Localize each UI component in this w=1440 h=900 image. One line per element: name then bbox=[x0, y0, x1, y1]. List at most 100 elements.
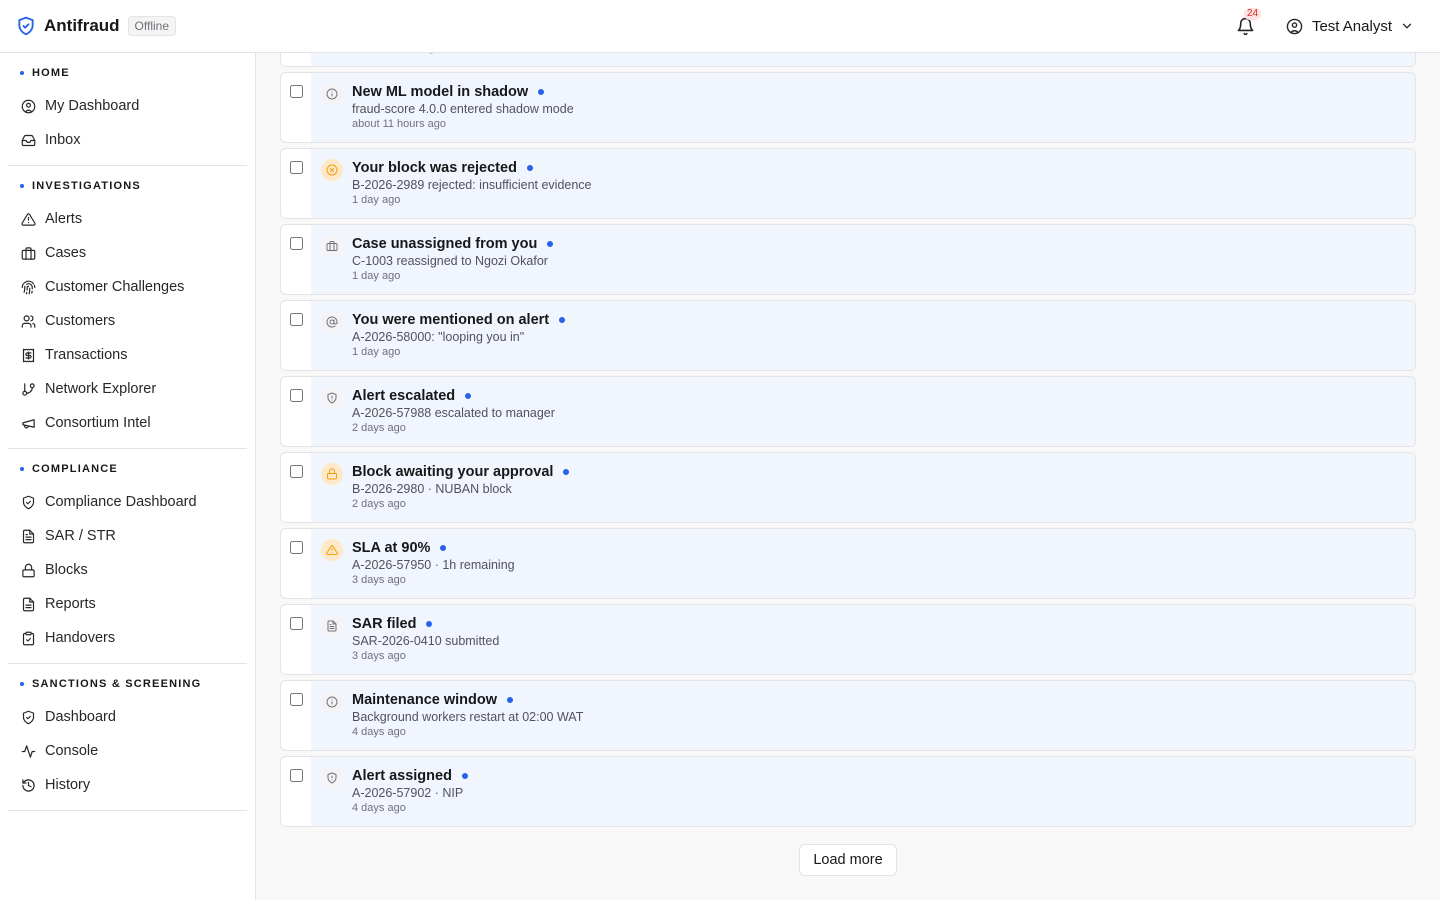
shield-alert-icon bbox=[321, 767, 343, 789]
notification-item[interactable]: Alert assigned A-2026-57902 · NIP 4 days a… bbox=[280, 756, 1416, 827]
unread-indicator bbox=[440, 545, 447, 551]
sidebar-item-inbox[interactable]: Inbox bbox=[8, 123, 247, 157]
notification-title-row: Your block was rejected bbox=[352, 159, 592, 177]
sidebar-item-label: Alerts bbox=[45, 211, 83, 227]
notification-item[interactable]: Block awaiting your approval B-2026-2980 … bbox=[280, 452, 1416, 523]
sidebar-section-title: SANCTIONS & SCREENING bbox=[20, 677, 247, 691]
sidebar-item-alerts[interactable]: Alerts bbox=[8, 202, 247, 236]
sidebar-section-sanctions-screening: SANCTIONS & SCREENING Dashboard Console His… bbox=[8, 664, 247, 811]
unread-indicator bbox=[538, 89, 545, 95]
notification-body: Alert escalated A-2026-57988 escalated to… bbox=[311, 377, 1415, 446]
app-title: Antifraud bbox=[44, 16, 120, 35]
history-icon bbox=[20, 777, 36, 793]
notification-count-badge: 24 bbox=[1243, 8, 1262, 20]
warning-triangle-icon bbox=[20, 211, 36, 227]
shield-check-icon bbox=[20, 709, 36, 725]
notification-item[interactable]: Alert escalated A-2026-57988 escalated to… bbox=[280, 376, 1416, 447]
sidebar-item-blocks[interactable]: Blocks bbox=[8, 553, 247, 587]
notification-select-checkbox[interactable] bbox=[289, 85, 303, 98]
sidebar-item-history[interactable]: History bbox=[8, 768, 247, 802]
sidebar-item-label: Customer Challenges bbox=[45, 279, 185, 295]
sidebar-item-label: Transactions bbox=[45, 347, 128, 363]
notification-select-checkbox[interactable] bbox=[289, 541, 303, 554]
notification-time: 3 days ago bbox=[352, 650, 406, 662]
notification-list: about 8 hours ago New ML model in shadow f… bbox=[280, 53, 1416, 832]
notification-item[interactable]: SAR filed SAR-2026-0410 submitted 3 days a… bbox=[280, 604, 1416, 675]
sidebar-item-consortium-intel[interactable]: Consortium Intel bbox=[8, 406, 247, 440]
notification-time: 2 days ago bbox=[352, 422, 406, 434]
unread-indicator bbox=[461, 773, 468, 779]
sidebar-item-label: Blocks bbox=[45, 562, 88, 578]
sidebar-section-compliance: COMPLIANCE Compliance Dashboard SAR / STR B… bbox=[8, 449, 247, 664]
sidebar-item-label: Compliance Dashboard bbox=[45, 494, 197, 510]
sidebar-item-dashboard[interactable]: Dashboard bbox=[8, 700, 247, 734]
notification-select-checkbox[interactable] bbox=[289, 465, 303, 478]
notification-select-checkbox[interactable] bbox=[289, 617, 303, 630]
section-title-label: COMPLIANCE bbox=[32, 463, 118, 475]
notification-title: Your block was rejected bbox=[352, 160, 517, 176]
notification-subtitle: B-2026-2980 · NUBAN block bbox=[352, 482, 512, 496]
notification-time: about 8 hours ago bbox=[352, 53, 441, 54]
sidebar-item-sar-str[interactable]: SAR / STR bbox=[8, 519, 247, 553]
notification-item[interactable]: You were mentioned on alert A-2026-58000:… bbox=[280, 300, 1416, 371]
user-menu[interactable]: Test Analyst bbox=[1286, 18, 1414, 35]
file-text-icon bbox=[321, 615, 343, 637]
notifications-button[interactable]: 24 bbox=[1234, 8, 1262, 38]
sidebar-item-cases[interactable]: Cases bbox=[8, 236, 247, 270]
notification-select-checkbox[interactable] bbox=[289, 161, 303, 174]
unread-indicator bbox=[426, 621, 433, 627]
sidebar-item-label: Handovers bbox=[45, 630, 116, 646]
brand[interactable]: Antifraud Offline bbox=[16, 16, 177, 36]
sidebar-item-label: Console bbox=[45, 743, 99, 759]
notification-time: 1 day ago bbox=[352, 270, 401, 282]
sidebar-item-compliance-dashboard[interactable]: Compliance Dashboard bbox=[8, 485, 247, 519]
notification-subtitle: B-2026-2989 rejected: insufficient evide… bbox=[352, 178, 592, 192]
briefcase-icon bbox=[321, 235, 343, 257]
notification-subtitle: SAR-2026-0410 submitted bbox=[352, 634, 500, 648]
section-title-label: INVESTIGATIONS bbox=[32, 180, 141, 192]
notification-select-checkbox[interactable] bbox=[289, 693, 303, 706]
sidebar-item-label: SAR / STR bbox=[45, 528, 116, 544]
notification-select-checkbox[interactable] bbox=[289, 769, 303, 782]
shield-check-icon bbox=[20, 494, 36, 510]
notification-body: Maintenance window Background workers res… bbox=[311, 681, 1415, 750]
unread-indicator bbox=[547, 241, 554, 247]
notification-title-row: Alert escalated bbox=[352, 387, 555, 405]
notification-body: Case unassigned from you C-1003 reassigne… bbox=[311, 225, 1415, 294]
notification-item[interactable]: about 8 hours ago bbox=[280, 53, 1416, 67]
notification-select-checkbox[interactable] bbox=[289, 237, 303, 250]
status-badge: Offline bbox=[127, 16, 177, 36]
notification-select-checkbox[interactable] bbox=[289, 389, 303, 402]
notification-item[interactable]: Maintenance window Background workers res… bbox=[280, 680, 1416, 751]
sidebar-item-customer-challenges[interactable]: Customer Challenges bbox=[8, 270, 247, 304]
unread-indicator bbox=[507, 697, 514, 703]
notification-title: SAR filed bbox=[352, 616, 417, 632]
notification-item[interactable]: Your block was rejected B-2026-2989 rejec… bbox=[280, 148, 1416, 219]
load-more-button[interactable]: Load more bbox=[799, 844, 897, 876]
sidebar-item-transactions[interactable]: Transactions bbox=[8, 338, 247, 372]
notification-item[interactable]: SLA at 90% A-2026-57950 · 1h remaining 3 d… bbox=[280, 528, 1416, 599]
notification-body: about 8 hours ago bbox=[311, 53, 1415, 66]
notification-title: Alert escalated bbox=[352, 388, 456, 404]
notification-title: Maintenance window bbox=[352, 692, 498, 708]
notification-body: You were mentioned on alert A-2026-58000:… bbox=[311, 301, 1415, 370]
notification-time: about 11 hours ago bbox=[352, 118, 446, 130]
notification-item[interactable]: Case unassigned from you C-1003 reassigne… bbox=[280, 224, 1416, 295]
notification-time: 1 day ago bbox=[352, 194, 401, 206]
sidebar-item-console[interactable]: Console bbox=[8, 734, 247, 768]
sidebar-item-my-dashboard[interactable]: My Dashboard bbox=[8, 89, 247, 123]
sidebar-section-investigations: INVESTIGATIONS Alerts Cases Customer Challe… bbox=[8, 166, 247, 449]
sidebar-item-network-explorer[interactable]: Network Explorer bbox=[8, 372, 247, 406]
notification-title: You were mentioned on alert bbox=[352, 312, 550, 328]
user-circle-icon bbox=[1286, 18, 1303, 35]
notification-select-checkbox[interactable] bbox=[289, 313, 303, 326]
sidebar-item-reports[interactable]: Reports bbox=[8, 587, 247, 621]
lock-icon bbox=[20, 562, 36, 578]
warning-triangle-icon bbox=[321, 539, 343, 561]
notification-subtitle: A-2026-57988 escalated to manager bbox=[352, 406, 555, 420]
shield-alert-icon bbox=[321, 387, 343, 409]
notification-body: SAR filed SAR-2026-0410 submitted 3 days a… bbox=[311, 605, 1415, 674]
sidebar-item-customers[interactable]: Customers bbox=[8, 304, 247, 338]
notification-item[interactable]: New ML model in shadow fraud-score 4.0.0 … bbox=[280, 72, 1416, 143]
sidebar-item-handovers[interactable]: Handovers bbox=[8, 621, 247, 655]
